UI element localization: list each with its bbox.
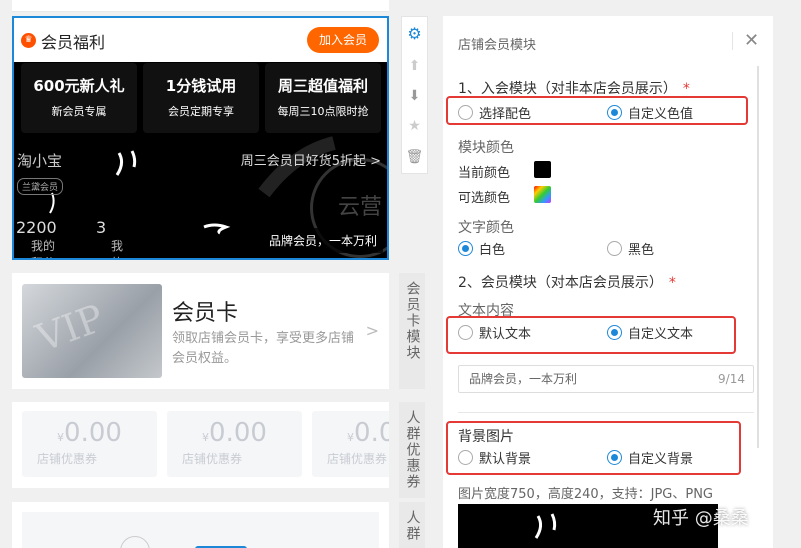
color-picker-swatch[interactable] (534, 186, 551, 203)
user-name: 淘小宝 (17, 152, 63, 170)
required-mark: * (668, 275, 676, 291)
member-module-header: ♛ 会员福利 加入会员 (14, 18, 387, 62)
section-member-module: 2、会员模块（对本店会员展示） * (458, 272, 676, 292)
highlight-box (446, 421, 741, 475)
text-color-label: 文字颜色 (458, 220, 514, 236)
coupon-currency: ¥ (202, 431, 210, 444)
crowd-module-inner (22, 512, 379, 548)
divider (732, 32, 733, 50)
coupon-amount: 0.00 (354, 418, 389, 448)
side-tab-label: 人群优惠券 (404, 410, 421, 490)
member-module-title: 会员福利 (41, 33, 106, 52)
tab-vip-card-module[interactable]: 会员卡模块 (399, 273, 425, 389)
preview-top-strip (12, 0, 389, 12)
vip-card-module[interactable]: VIP 会员卡 领取店铺会员卡，享受更多店铺会员权益。 > (12, 273, 389, 389)
crowd-module-preview[interactable] (12, 502, 389, 548)
section-join-module: 1、入会模块（对非本店会员展示） * (458, 78, 690, 98)
arrow-up-icon[interactable]: ⬆ (402, 53, 427, 79)
side-tab-label: 会员卡模块 (404, 281, 421, 361)
panel-title: 店铺会员模块 (458, 38, 537, 53)
benefit-title: 周三超值福利 (277, 77, 368, 95)
coupon-amount: 0.00 (64, 418, 122, 448)
current-color-swatch[interactable] (534, 161, 551, 178)
coupon-item[interactable]: ¥0.00 店铺优惠券 (22, 411, 157, 477)
radio-dot (607, 241, 622, 256)
section-label: 2、会员模块（对本店会员展示） (458, 275, 663, 291)
brand-tag: 品牌会员，一本万利 (262, 228, 383, 253)
join-member-button[interactable]: 加入会员 (307, 27, 379, 53)
user-badge: 兰黛会员 (17, 178, 64, 195)
tab-crowd-coupon[interactable]: 人群优惠券 (399, 402, 425, 498)
required-mark: * (682, 81, 690, 97)
watermark: 知乎 @桑桑 (653, 508, 749, 529)
benefit-title: 600元新人礼 (33, 77, 125, 95)
radio-label: 白色 (479, 243, 506, 258)
coupon-label: 店铺优惠券 (37, 452, 98, 466)
coupon-label: 店铺优惠券 (327, 452, 388, 466)
divider (458, 412, 754, 413)
optional-color-label: 可选颜色 (458, 191, 511, 206)
promo-link[interactable]: 周三会员日好货5折起 > (241, 150, 381, 169)
radio-text-white[interactable]: 白色 (458, 239, 505, 258)
radio-label: 黑色 (628, 243, 655, 258)
char-counter: 9/14 (718, 372, 745, 386)
benefit-cards: 600元新人礼 新会员专属 1分钱试用 会员定期专享 周三超值福利 每周三10点… (21, 63, 381, 133)
coupon-currency: ¥ (57, 431, 65, 444)
points-stat[interactable]: 2200 我的积分 (16, 218, 57, 258)
benefit-title: 1分钱试用 (165, 77, 237, 95)
highlight-box (446, 316, 736, 354)
coupons-stat[interactable]: 3 我的礼券 (96, 218, 123, 258)
points-label: 我的积分 (31, 239, 56, 258)
close-icon[interactable]: ✕ (744, 30, 759, 51)
input-value: 品牌会员，一本万利 (469, 372, 578, 386)
current-color-label: 当前颜色 (458, 166, 511, 181)
chevron-right-icon[interactable]: > (366, 321, 379, 340)
image-size-hint: 图片宽度750，高度240，支持：JPG、PNG (458, 487, 714, 502)
coupons-label: 我的礼券 (111, 239, 124, 258)
arrow-down-icon[interactable]: ⬇ (402, 83, 427, 109)
custom-text-input[interactable]: 品牌会员，一本万利 9/14 (458, 365, 754, 393)
coupon-amount: 0.00 (209, 418, 267, 448)
benefit-subtitle: 新会员专属 (51, 105, 107, 118)
coupon-label: 店铺优惠券 (182, 452, 243, 466)
vip-card-image: VIP (22, 284, 162, 378)
radio-dot (458, 241, 473, 256)
radio-text-black[interactable]: 黑色 (607, 239, 654, 258)
coupon-item[interactable]: ¥0.00 店铺优惠券 (167, 411, 302, 477)
vip-image-text: VIP (30, 295, 110, 361)
side-tab-label: 人群 (404, 510, 421, 542)
coupon-currency: ¥ (347, 431, 355, 444)
coupon-module: ¥0.00 店铺优惠券 ¥0.00 店铺优惠券 ¥0.00 店铺优惠券 (12, 402, 389, 488)
tab-crowd[interactable]: 人群 (399, 502, 425, 548)
points-value: 2200 (16, 218, 57, 237)
benefit-subtitle: 每周三10点限时抢 (277, 105, 369, 118)
benefit-card[interactable]: 600元新人礼 新会员专属 (21, 63, 137, 133)
section-label: 1、入会模块（对非本店会员展示） (458, 81, 677, 97)
benefit-card[interactable]: 周三超值福利 每周三10点限时抢 (265, 63, 381, 133)
crown-icon: ♛ (21, 33, 36, 48)
gear-icon[interactable]: ⚙ (402, 21, 427, 47)
module-toolbar: ⚙ ⬆ ⬇ ★ 🗑 (401, 16, 428, 174)
highlight-box (446, 96, 748, 125)
member-module-preview[interactable]: ♛ 会员福利 加入会员 600元新人礼 新会员专属 1分钱试用 会员定期专享 周… (12, 16, 389, 260)
star-icon[interactable]: ★ (402, 113, 427, 139)
trash-icon[interactable]: 🗑 (402, 144, 427, 170)
benefit-subtitle: 会员定期专享 (168, 105, 234, 118)
benefit-card[interactable]: 1分钱试用 会员定期专享 (143, 63, 259, 133)
vip-card-title: 会员卡 (172, 301, 239, 326)
vip-card-description: 领取店铺会员卡，享受更多店铺会员权益。 (172, 331, 355, 366)
coupon-item[interactable]: ¥0.00 店铺优惠券 (312, 411, 389, 477)
module-color-label: 模块颜色 (458, 140, 514, 156)
coupons-value: 3 (96, 218, 107, 237)
scrollbar[interactable] (757, 66, 759, 448)
